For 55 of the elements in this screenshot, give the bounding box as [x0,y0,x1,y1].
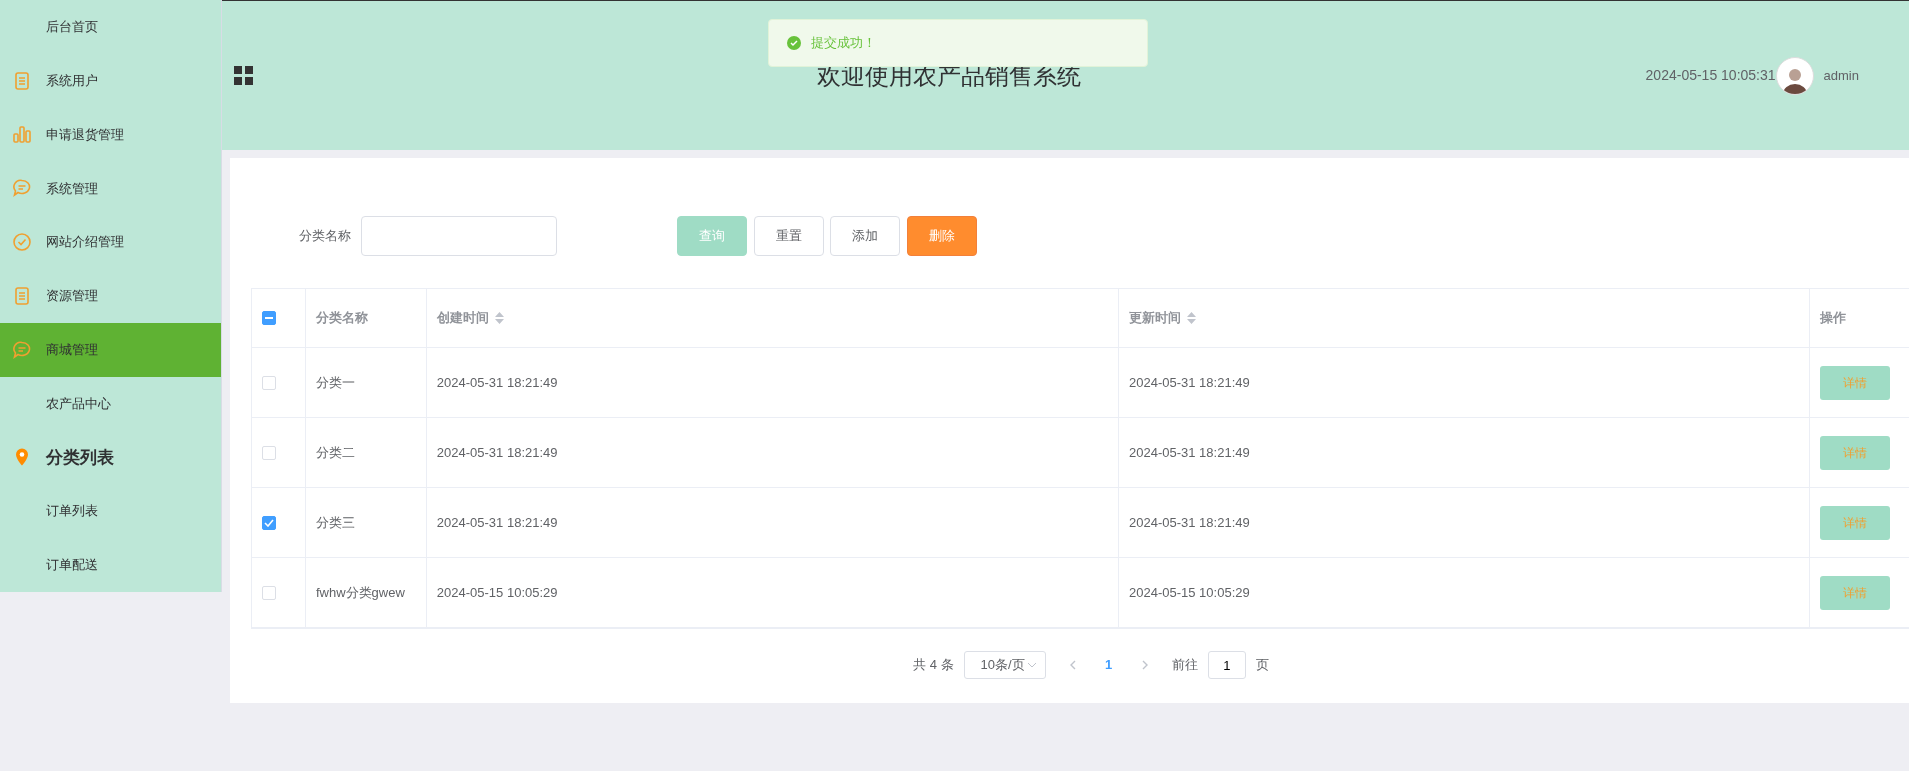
previous-page-icon[interactable] [1068,660,1076,670]
sort-icon[interactable] [1187,312,1197,324]
sidebar-item[interactable]: 订单配送 [0,537,221,592]
table-cell-text: 2024-05-31 18:21:49 [436,513,558,532]
table-cell-text: 2024-05-15 10:05:29 [436,583,558,602]
avatar[interactable] [1775,56,1814,95]
total-count: 共 4 条 [913,656,954,675]
sidebar-item[interactable]: 资源管理 [0,269,221,323]
sidebar-item[interactable]: 系统用户 [0,53,221,108]
table-cell-text: fwhw分类gwew [315,583,405,602]
check-circle-icon [12,232,32,253]
chat-bubble-icon [12,178,32,199]
next-page-icon[interactable] [1141,660,1149,670]
table-cell-text: 2024-05-31 18:21:49 [1129,513,1250,532]
table-cell-text: 2024-05-31 18:21:49 [1129,373,1250,392]
bar-chart-icon [12,124,32,145]
page-number-field[interactable]: 1 [1207,651,1246,679]
action-button[interactable]: 添加 [830,216,900,256]
sidebar-item[interactable]: 订单列表 [0,484,221,538]
table-cell-text: 分类二 [315,443,355,462]
sidebar-item[interactable]: 后台首页 [0,0,221,54]
sort-icon[interactable] [495,312,505,324]
toast-message: 提交成功！ [811,34,876,53]
sidebar-item[interactable]: 网站介绍管理 [0,215,221,269]
datetime-text: 2024-05-15 10:05:31 [1645,66,1776,85]
select-all-checkbox[interactable] [262,311,276,325]
table-cell-text: 分类三 [315,513,355,532]
chevron-down-icon [1026,662,1037,668]
table-cell-text: 分类一 [315,373,355,392]
table-cell-text: 2024-05-31 18:21:49 [436,443,558,462]
username-text: admin [1823,66,1859,85]
document-icon [12,285,32,306]
column-header: 操作 [1820,309,1847,328]
success-check-icon [787,36,801,50]
chat-bubble-icon [12,339,32,360]
sidebar-item[interactable]: 系统管理 [0,161,221,216]
search-field[interactable] [361,216,557,256]
row-checkbox[interactable] [262,515,276,530]
goto-label: 前往 [1171,656,1198,675]
action-button[interactable]: 重置 [753,216,824,256]
document-icon [12,70,32,91]
search-label: 分类名称 [299,227,351,246]
table-cell-text: 2024-05-15 10:05:29 [1129,583,1250,602]
sidebar-item[interactable]: 分类列表 [0,430,221,485]
table-cell-text: 2024-05-31 18:21:49 [436,373,558,392]
sidebar-item[interactable]: 商城管理 [0,322,221,377]
column-header: 创建时间 [436,309,489,328]
sidebar-item[interactable]: 农产品中心 [0,376,221,431]
column-header: 分类名称 [315,309,368,328]
column-header: 更新时间 [1129,309,1181,328]
page-size-select[interactable]: 10条/页 [963,651,1046,679]
sidebar-item[interactable]: 申请退货管理 [0,107,221,162]
grid-menu-icon[interactable] [234,66,253,85]
page-suffix: 页 [1255,656,1269,675]
table-cell-text: 2024-05-31 18:21:49 [1129,443,1250,462]
